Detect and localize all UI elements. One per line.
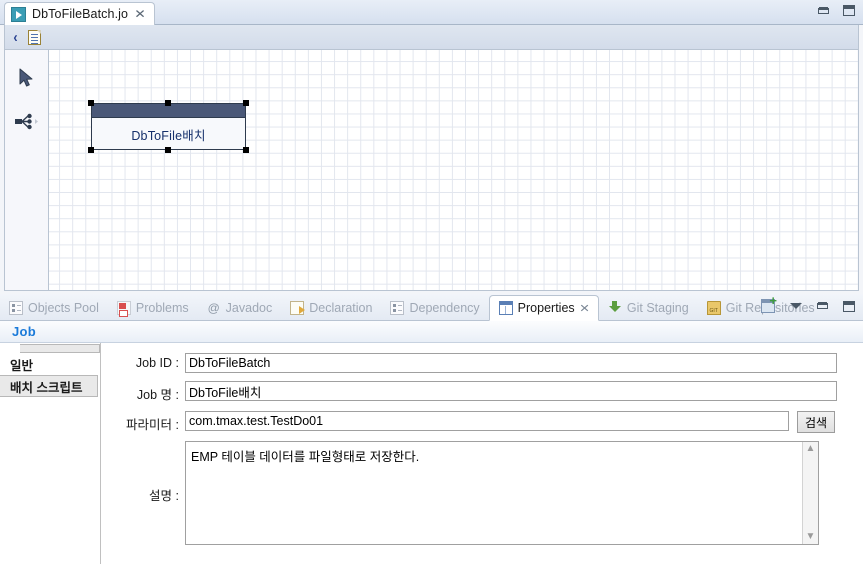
- description-textarea[interactable]: EMP 테이블 데이터를 파일형태로 저장한다.: [185, 441, 819, 545]
- editor-tab-bar: DbToFileBatch.jo ✕: [0, 0, 863, 25]
- selection-handle-sw[interactable]: [88, 147, 94, 153]
- field-row-job-name: Job 명 :: [101, 381, 863, 403]
- eclipse-workbench: DbToFileBatch.jo ✕ ‹ DbToFile배치 Objects …: [0, 0, 863, 564]
- git-staging-icon: [608, 300, 622, 315]
- scroll-down-icon[interactable]: ▼: [806, 532, 816, 542]
- editor-toolbar: ‹: [4, 25, 859, 50]
- tab-label: Problems: [135, 300, 189, 315]
- tab-javadoc[interactable]: @ Javadoc: [198, 295, 282, 320]
- editor-body: DbToFile배치: [4, 50, 859, 291]
- side-tab-strip: [20, 344, 100, 353]
- tab-label: Javadoc: [225, 300, 273, 315]
- bottom-view-stack: Objects Pool Problems @ Javadoc Declarat…: [0, 294, 863, 564]
- arrow-cursor-icon: [19, 68, 33, 87]
- maximize-icon[interactable]: [843, 300, 855, 312]
- tab-objects-pool[interactable]: Objects Pool: [0, 295, 108, 320]
- job-id-input[interactable]: [185, 353, 837, 373]
- selection-handle-se[interactable]: [243, 147, 249, 153]
- view-controls: [761, 295, 855, 313]
- git-repositories-icon: [706, 300, 721, 315]
- editor-tab-empty-area: [148, 2, 863, 25]
- job-node-label: DbToFile배치: [131, 128, 206, 143]
- minimize-icon[interactable]: [818, 6, 829, 14]
- new-view-icon[interactable]: [761, 295, 777, 313]
- tab-problems[interactable]: Problems: [108, 295, 198, 320]
- tab-label: Properties: [517, 301, 575, 315]
- description-label: 설명 :: [149, 489, 179, 503]
- connection-tool[interactable]: [12, 108, 42, 136]
- objects-pool-icon: [9, 300, 23, 315]
- job-node-header: [92, 104, 245, 118]
- problems-icon: [116, 300, 131, 317]
- side-tab-batch-script[interactable]: 배치 스크립트: [0, 375, 98, 397]
- maximize-icon[interactable]: [843, 5, 855, 16]
- field-row-description: 설명 : EMP 테이블 데이터를 파일형태로 저장한다. ▲ ▼: [101, 441, 863, 545]
- document-icon[interactable]: [28, 29, 41, 45]
- field-row-parameter: 파라미터 : 검색: [101, 411, 863, 433]
- editor-window-controls: [818, 5, 855, 16]
- properties-side-tabs: 일반 배치 스크립트: [0, 343, 101, 564]
- close-icon[interactable]: ✕: [133, 8, 147, 20]
- parameter-input[interactable]: [185, 411, 789, 431]
- back-icon[interactable]: ‹: [13, 30, 17, 45]
- dependency-icon: [390, 300, 405, 315]
- selection-handle-nw[interactable]: [88, 100, 94, 106]
- side-tab-label: 배치 스크립트: [10, 380, 83, 395]
- properties-view: Job 일반 배치 스크립트 Job ID : DbToFileBatch Jo…: [0, 321, 863, 564]
- scroll-up-icon[interactable]: ▲: [806, 444, 816, 454]
- tab-label: Git Staging: [626, 300, 689, 315]
- tab-label: Dependency: [409, 300, 480, 315]
- job-name-input[interactable]: [185, 381, 837, 401]
- properties-body: 일반 배치 스크립트 Job ID : Job 명 :: [0, 343, 863, 564]
- editor-tab-label: DbToFileBatch.jo: [32, 7, 129, 21]
- field-row-job-id: Job ID :: [101, 353, 863, 373]
- description-wrapper: EMP 테이블 데이터를 파일형태로 저장한다. ▲ ▼: [185, 441, 819, 545]
- tab-dependency[interactable]: Dependency: [381, 295, 488, 320]
- editor-tab-dbtofilebatch[interactable]: DbToFileBatch.jo ✕: [4, 2, 156, 25]
- view-tab-bar: Objects Pool Problems @ Javadoc Declarat…: [0, 294, 863, 321]
- job-properties-form: Job ID : Job 명 : 파라미터 : 검색 설명 :: [101, 343, 863, 564]
- side-tab-label: 일반: [10, 358, 34, 373]
- branch-node-icon: [14, 113, 38, 130]
- select-tool[interactable]: [12, 64, 42, 92]
- palette: [5, 50, 49, 290]
- job-id-label: Job ID :: [135, 356, 179, 370]
- job-node[interactable]: DbToFile배치: [91, 103, 246, 150]
- chevron-down-icon[interactable]: [790, 303, 802, 309]
- search-button[interactable]: 검색: [797, 411, 835, 433]
- close-icon[interactable]: ✕: [579, 302, 590, 315]
- tab-label: Declaration: [309, 300, 373, 315]
- tab-git-staging[interactable]: Git Staging: [599, 295, 698, 320]
- properties-icon: [498, 301, 513, 315]
- selection-handle-n[interactable]: [165, 100, 171, 106]
- diagram-canvas[interactable]: DbToFile배치: [49, 50, 858, 290]
- page-title: Job: [0, 321, 863, 343]
- description-scrollbar[interactable]: ▲ ▼: [802, 442, 818, 544]
- side-tab-general[interactable]: 일반: [0, 353, 100, 375]
- minimize-icon[interactable]: [817, 302, 828, 309]
- parameter-label: 파라미터 :: [126, 418, 179, 432]
- job-name-label: Job 명 :: [136, 388, 179, 402]
- declaration-icon: [290, 300, 306, 315]
- selection-handle-s[interactable]: [165, 147, 171, 153]
- tab-label: Objects Pool: [28, 300, 99, 315]
- tab-declaration[interactable]: Declaration: [281, 295, 381, 320]
- selection-handle-ne[interactable]: [243, 100, 249, 106]
- javadoc-icon: @: [207, 300, 220, 315]
- tab-properties[interactable]: Properties ✕: [488, 295, 599, 321]
- job-file-icon: [11, 6, 26, 22]
